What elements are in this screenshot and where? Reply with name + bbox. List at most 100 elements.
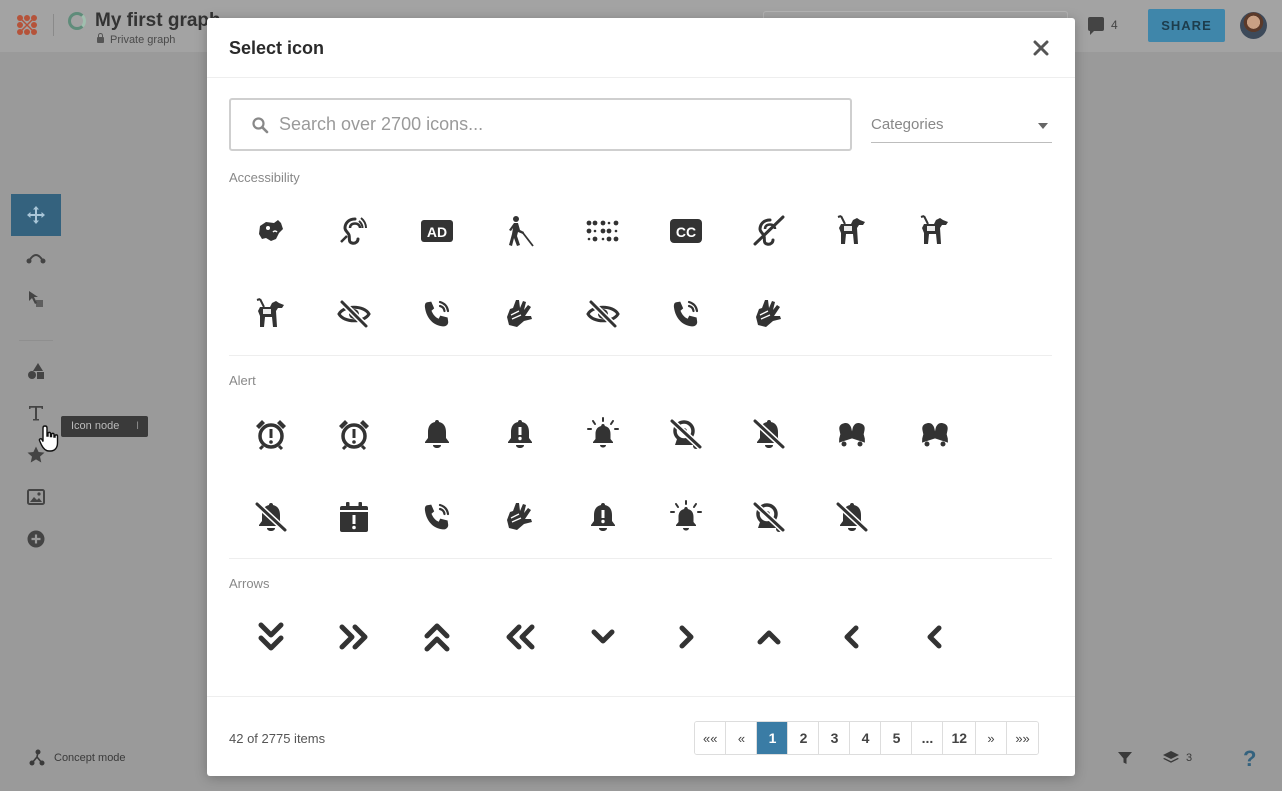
bell-exclamation-icon [507, 419, 532, 448]
icon-option[interactable] [312, 595, 395, 678]
divider [53, 14, 54, 36]
icon-option[interactable] [561, 272, 644, 355]
icon-option[interactable] [644, 272, 727, 355]
page-button[interactable]: 12 [943, 722, 977, 754]
icon-section: Arrows [229, 576, 1052, 678]
prev-page-button[interactable]: « [726, 722, 758, 754]
icon-option[interactable] [561, 595, 644, 678]
icon-option[interactable] [644, 595, 727, 678]
layers-count: 3 [1186, 752, 1193, 764]
page-button[interactable]: 2 [788, 722, 820, 754]
sign-language-icon [506, 299, 532, 327]
icon-option[interactable]: AD [395, 189, 478, 272]
icon-option[interactable] [810, 595, 893, 678]
app-logo-icon[interactable] [14, 12, 40, 38]
icon-option[interactable] [561, 189, 644, 272]
close-button[interactable] [1029, 36, 1053, 60]
icon-grid [229, 595, 1052, 678]
icon-option[interactable] [312, 475, 395, 558]
phone-volume-icon [673, 300, 698, 326]
chevron-up-icon [757, 630, 780, 644]
add-tool-button[interactable] [11, 518, 61, 560]
guide-dog-icon [837, 214, 865, 244]
icon-option[interactable] [644, 475, 727, 558]
svg-text:CC: CC [675, 224, 695, 240]
calendar-exclamation-icon [339, 501, 368, 532]
help-icon[interactable]: ? [1243, 746, 1256, 772]
icon-search-input[interactable] [279, 114, 839, 135]
icon-option[interactable] [229, 272, 312, 355]
icon-option[interactable] [478, 475, 561, 558]
icon-option[interactable] [229, 595, 312, 678]
concept-mode-toggle[interactable]: Concept mode [28, 749, 126, 767]
share-button[interactable]: SHARE [1148, 9, 1225, 42]
comment-icon[interactable] [1088, 17, 1104, 35]
icon-option[interactable] [727, 595, 810, 678]
icon-option[interactable] [644, 392, 727, 475]
icon-option[interactable] [395, 475, 478, 558]
guide-dog-icon [920, 214, 948, 244]
icon-option[interactable] [893, 189, 976, 272]
icon-option[interactable] [312, 189, 395, 272]
concept-mode-label: Concept mode [54, 752, 126, 764]
icon-option[interactable] [229, 189, 312, 272]
categories-select[interactable]: Categories [871, 110, 1052, 143]
icon-option[interactable] [893, 392, 976, 475]
icon-list[interactable]: Accessibility AD CC Alert Arrows [229, 170, 1052, 695]
icon-option[interactable] [395, 272, 478, 355]
icon-option[interactable] [478, 272, 561, 355]
icon-option[interactable] [561, 392, 644, 475]
icon-option[interactable] [312, 272, 395, 355]
icon-option[interactable] [810, 475, 893, 558]
bell-slash-icon [752, 418, 785, 449]
icon-option[interactable] [727, 272, 810, 355]
icon-search-box[interactable] [229, 98, 852, 151]
icon-option[interactable] [810, 189, 893, 272]
pointer-select-icon [29, 291, 43, 307]
dialog-title: Select icon [229, 38, 325, 58]
shape-tool-button[interactable] [11, 350, 61, 392]
edge-tool-button[interactable] [11, 236, 61, 278]
icon-option[interactable] [312, 392, 395, 475]
select-tool-button[interactable] [11, 278, 61, 320]
icon-option[interactable] [478, 189, 561, 272]
chevron-double-up-icon [424, 623, 449, 651]
curved-connector-icon [26, 254, 46, 264]
icon-option[interactable] [229, 392, 312, 475]
icon-option[interactable] [727, 392, 810, 475]
icon-option[interactable] [395, 392, 478, 475]
icon-option[interactable] [727, 189, 810, 272]
user-avatar[interactable] [1240, 12, 1267, 39]
alarm-clock-exclamation-icon [338, 419, 369, 450]
graph-title[interactable]: My first graph [95, 10, 221, 32]
icon-option[interactable] [229, 475, 312, 558]
last-page-button[interactable]: »» [1007, 722, 1039, 754]
page-button[interactable]: 1 [757, 722, 789, 754]
section-divider [229, 355, 1052, 356]
icon-option[interactable] [478, 392, 561, 475]
chevron-left-icon [844, 625, 858, 648]
comment-count: 4 [1111, 18, 1118, 32]
next-page-button[interactable]: » [976, 722, 1008, 754]
move-tool-button[interactable] [11, 194, 61, 236]
layers-icon[interactable] [1162, 750, 1180, 766]
icon-option[interactable] [561, 475, 644, 558]
icon-option[interactable] [727, 475, 810, 558]
icon-option[interactable] [810, 392, 893, 475]
icon-option[interactable] [395, 595, 478, 678]
chevron-double-left-icon [506, 624, 534, 649]
page-button[interactable]: 3 [819, 722, 851, 754]
svg-text:AD: AD [426, 224, 446, 240]
page-button[interactable]: 4 [850, 722, 882, 754]
sign-language-icon [755, 299, 781, 327]
page-button[interactable]: 5 [881, 722, 913, 754]
first-page-button[interactable]: «« [695, 722, 727, 754]
filter-icon[interactable] [1117, 750, 1133, 766]
graph-visibility: Private graph [97, 33, 175, 46]
chevron-left-icon [927, 625, 941, 648]
icon-option[interactable]: CC [644, 189, 727, 272]
icon-option[interactable] [478, 595, 561, 678]
icon-option[interactable] [893, 595, 976, 678]
image-tool-button[interactable] [11, 476, 61, 518]
assistive-listening-ear-icon [339, 216, 367, 245]
